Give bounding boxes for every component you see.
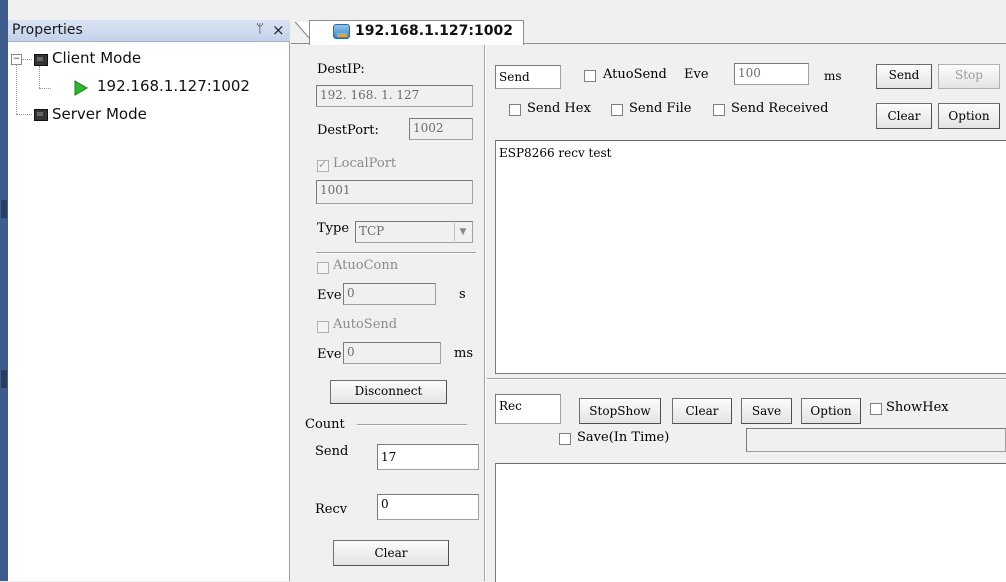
send-text-area[interactable]: ESP8266 recv test	[495, 140, 1006, 374]
close-icon[interactable]: ×	[272, 21, 285, 39]
properties-title: Properties	[12, 22, 83, 38]
show-hex-label: ShowHex	[886, 400, 949, 415]
tab-strip: 192.168.1.127:1002	[291, 14, 1006, 45]
send-option-button[interactable]: Option	[938, 103, 1000, 129]
settings-column: DestIP: 192. 168. 1. 127 DestPort: 1002 …	[299, 45, 486, 581]
tree-connector	[16, 114, 32, 115]
type-label: Type	[317, 221, 350, 236]
send-count-field[interactable]: 17	[377, 444, 479, 470]
play-icon	[74, 80, 88, 96]
recv-count-label: Recv	[315, 502, 348, 517]
send-hex-checkbox[interactable]	[509, 104, 521, 116]
save-path-field[interactable]	[746, 428, 1006, 452]
dest-ip-field[interactable]: 192. 168. 1. 127	[316, 85, 473, 107]
tree-item-client-mode[interactable]: Client Mode	[52, 49, 141, 67]
properties-panel: Properties ᛘ × − Client Mode 192.168.1.1…	[8, 20, 290, 581]
clear-recv-button[interactable]: Clear	[672, 398, 732, 424]
main-area: 192.168.1.127:1002 DestIP: 192. 168. 1. …	[291, 14, 1006, 582]
divider	[357, 424, 467, 426]
stop-button[interactable]: Stop	[938, 64, 1000, 89]
tab-label[interactable]: 192.168.1.127:1002	[355, 23, 513, 39]
send-hex-label: Send Hex	[527, 101, 591, 116]
send-button[interactable]: Send	[876, 64, 932, 89]
network-icon	[333, 24, 350, 39]
send-file-checkbox[interactable]	[611, 104, 623, 116]
stop-show-button[interactable]: StopShow	[579, 398, 661, 424]
divider	[316, 252, 476, 254]
local-port-label: LocalPort	[333, 156, 397, 171]
column-divider	[484, 45, 486, 581]
recv-count-field[interactable]: 0	[377, 494, 479, 520]
tree-connector	[39, 66, 40, 88]
dest-port-label: DestPort:	[317, 123, 379, 138]
local-port-field[interactable]: 1001	[316, 180, 473, 204]
disconnect-button[interactable]: Disconnect	[330, 380, 447, 404]
send-interval-field[interactable]: 100	[734, 63, 809, 85]
dock-marker	[1, 370, 7, 388]
type-value: TCP	[359, 224, 385, 238]
auto-send-checkbox[interactable]	[317, 321, 329, 333]
dest-port-field[interactable]: 1002	[409, 118, 473, 140]
tree-connector	[16, 64, 17, 114]
computer-icon	[34, 54, 48, 66]
properties-header: Properties ᛘ ×	[8, 20, 290, 42]
send-title-box: Send	[495, 65, 561, 89]
save-in-time-label: Save(In Time)	[577, 430, 670, 445]
auto-conn-label: AtuoConn	[333, 258, 399, 273]
send-received-checkbox[interactable]	[713, 104, 725, 116]
auto-send-eve-field[interactable]: 0	[343, 342, 441, 364]
send-panel: Send AtuoSend Eve 100 ms Send Stop Send …	[487, 45, 1006, 375]
chevron-down-icon[interactable]: ▼	[454, 223, 471, 241]
auto-send-label: AtuoSend	[603, 67, 667, 82]
rec-title-box: Rec	[495, 394, 561, 424]
clear-count-button[interactable]: Clear	[333, 540, 449, 566]
tree-connector	[39, 88, 51, 89]
milliseconds-unit: ms	[824, 69, 842, 83]
count-label: Count	[305, 417, 345, 432]
tree-item-server-mode[interactable]: Server Mode	[52, 105, 147, 123]
send-count-label: Send	[315, 444, 349, 459]
eve-label: Eve	[684, 67, 709, 82]
left-dock-strip	[0, 0, 8, 581]
local-port-checkbox[interactable]	[317, 158, 329, 172]
seconds-unit: s	[459, 287, 466, 302]
clear-send-button[interactable]: Clear	[876, 103, 932, 129]
save-button[interactable]: Save	[741, 398, 792, 424]
computer-icon	[34, 109, 48, 121]
tree-item-connection[interactable]: 192.168.1.127:1002	[97, 77, 250, 95]
recv-option-button[interactable]: Option	[801, 398, 861, 424]
auto-conn-checkbox[interactable]	[317, 262, 329, 274]
auto-send-checkbox[interactable]	[584, 70, 596, 82]
eve-label: Eve	[317, 288, 342, 303]
pin-icon[interactable]: ᛘ	[256, 22, 264, 37]
receive-panel: Rec StopShow Clear Save Option ShowHex S…	[487, 380, 1006, 582]
auto-send-label: AutoSend	[333, 317, 398, 332]
auto-conn-eve-field[interactable]: 0	[343, 283, 436, 305]
dock-marker	[1, 200, 7, 218]
tree-connector	[22, 59, 32, 60]
type-select[interactable]: TCP ▼	[355, 221, 473, 243]
show-hex-checkbox[interactable]	[870, 403, 882, 415]
receive-text-area[interactable]	[495, 463, 1006, 582]
save-in-time-checkbox[interactable]	[559, 433, 571, 445]
send-text-content: ESP8266 recv test	[499, 146, 612, 160]
eve-label: Eve	[317, 347, 342, 362]
send-file-label: Send File	[629, 101, 692, 116]
send-received-label: Send Received	[731, 101, 829, 116]
milliseconds-unit: ms	[454, 346, 473, 361]
dest-ip-label: DestIP:	[317, 62, 365, 77]
